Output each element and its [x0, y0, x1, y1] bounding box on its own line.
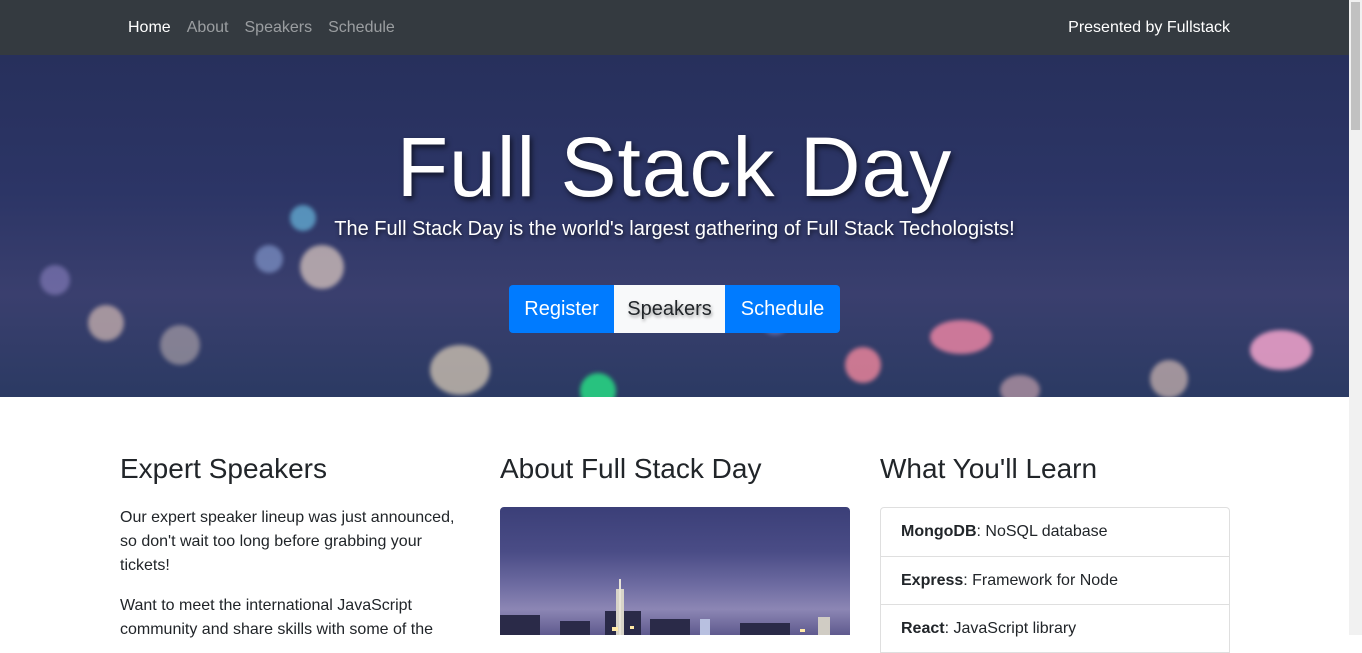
building — [619, 579, 621, 635]
city-light — [630, 626, 634, 629]
city-light — [800, 629, 805, 632]
city-skyline-image — [500, 507, 850, 635]
building — [650, 619, 690, 635]
list-item-desc: : Framework for Node — [963, 571, 1118, 589]
nav-link-home[interactable]: Home — [128, 19, 171, 37]
top-navbar: Home About Speakers Schedule Presented b… — [0, 0, 1349, 55]
bokeh-light — [1000, 375, 1040, 397]
scrollbar-thumb[interactable] — [1351, 2, 1360, 130]
list-item-name: Express — [901, 571, 964, 589]
bokeh-light — [845, 347, 881, 383]
city-light — [612, 627, 618, 631]
bokeh-light — [430, 345, 490, 395]
hero-subtitle: The Full Stack Day is the world's larges… — [334, 218, 1015, 240]
building — [560, 621, 590, 635]
bokeh-light — [580, 373, 616, 397]
bokeh-light — [1250, 330, 1312, 370]
bokeh-light — [930, 320, 992, 354]
list-item-name: MongoDB — [901, 523, 977, 540]
speakers-button[interactable]: Speakers — [614, 285, 725, 333]
building — [700, 619, 710, 635]
nav-link-about[interactable]: About — [187, 19, 229, 37]
bokeh-light — [88, 305, 124, 341]
speakers-paragraph: Our expert speaker lineup was just annou… — [120, 509, 455, 574]
list-item: React: JavaScript library — [880, 605, 1230, 653]
list-item-desc: : NoSQL database — [976, 523, 1108, 540]
bokeh-light — [255, 245, 283, 273]
speakers-section: Expert Speakers Our expert speaker lineu… — [120, 450, 470, 642]
hero-banner: Full Stack Day The Full Stack Day is the… — [0, 55, 1349, 397]
list-item: MongoDB: NoSQL database — [880, 507, 1230, 557]
list-item: Express: Framework for Node — [880, 557, 1230, 605]
building — [500, 615, 540, 635]
page-scrollbar[interactable] — [1349, 0, 1362, 635]
building — [740, 623, 790, 635]
learn-list: MongoDB: NoSQL database Express: Framewo… — [880, 507, 1230, 653]
schedule-button[interactable]: Schedule — [725, 285, 840, 333]
about-heading: About Full Stack Day — [500, 453, 762, 484]
bokeh-light — [40, 265, 70, 295]
register-button[interactable]: Register — [509, 285, 614, 333]
nav-link-schedule[interactable]: Schedule — [328, 19, 395, 37]
bokeh-light — [160, 325, 200, 365]
presented-by-text: Presented by Fullstack — [1068, 18, 1230, 36]
nav-link-speakers[interactable]: Speakers — [245, 19, 313, 37]
building — [818, 617, 830, 635]
learn-section: What You'll Learn — [880, 450, 1230, 488]
about-section: About Full Stack Day — [500, 450, 850, 488]
speakers-heading: Expert Speakers — [120, 453, 327, 484]
hero-title: Full Stack Day — [396, 120, 953, 214]
bokeh-light — [300, 245, 344, 289]
learn-heading: What You'll Learn — [880, 453, 1098, 484]
hero-button-group: Register Speakers Schedule — [509, 285, 840, 333]
bokeh-light — [1150, 360, 1188, 397]
nav-links: Home About Speakers Schedule — [128, 0, 411, 55]
